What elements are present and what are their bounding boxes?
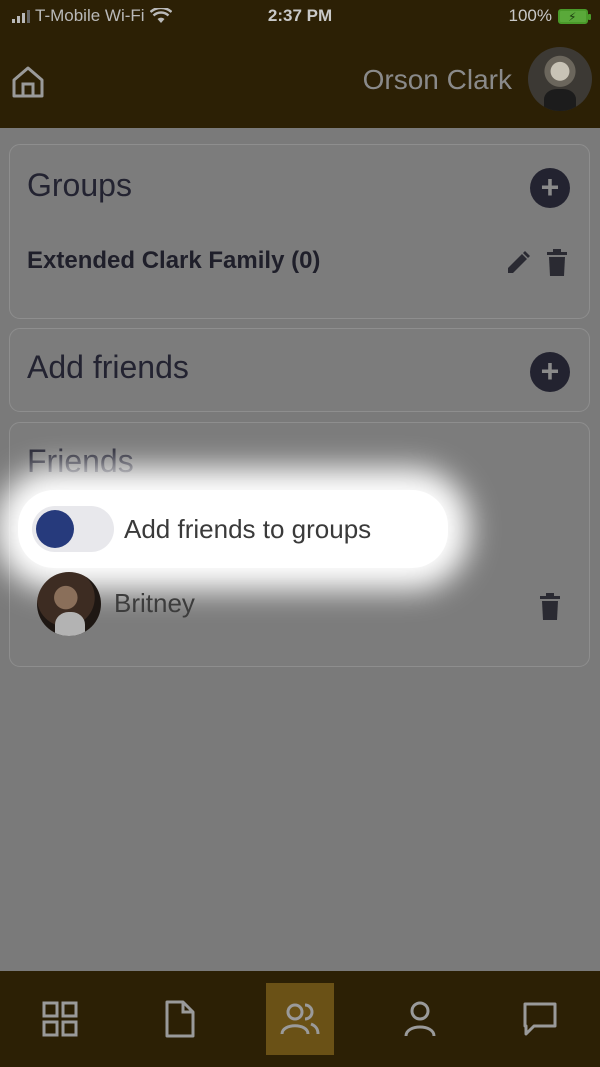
user-avatar[interactable]: [528, 47, 592, 111]
toggle-label: Add friends to groups: [124, 514, 372, 544]
add-group-button[interactable]: +: [530, 168, 570, 208]
friend-name[interactable]: Britney: [114, 588, 195, 619]
battery-percent: 100%: [508, 6, 552, 25]
app-header: Orson Clark: [0, 34, 600, 128]
tab-bar: [0, 971, 600, 1067]
groups-title: Groups: [27, 167, 132, 203]
status-right: 100% ⚡: [508, 6, 591, 26]
groups-card: Groups + Extended Clark Family (0): [9, 144, 590, 319]
toggle-knob: [36, 510, 74, 548]
tab-friends[interactable]: [266, 983, 334, 1055]
document-icon: [165, 1000, 195, 1038]
friends-icon: [280, 1003, 320, 1035]
friend-avatar[interactable]: [37, 572, 101, 636]
tab-profile[interactable]: [386, 983, 454, 1055]
add-to-groups-toggle[interactable]: [32, 506, 114, 552]
group-item-label[interactable]: Extended Clark Family (0): [27, 247, 320, 275]
add-friend-button[interactable]: +: [530, 352, 570, 392]
add-friends-card: Add friends +: [9, 328, 590, 412]
delete-group-icon[interactable]: [545, 249, 569, 277]
home-icon[interactable]: [8, 62, 48, 102]
delete-friend-icon[interactable]: [538, 593, 562, 621]
tab-messages[interactable]: [506, 983, 574, 1055]
tab-dashboard[interactable]: [26, 983, 94, 1055]
profile-icon: [404, 1001, 436, 1037]
chat-icon: [523, 1002, 557, 1036]
grid-icon: [42, 1001, 78, 1037]
friends-title: Friends: [27, 443, 134, 479]
edit-icon[interactable]: [504, 249, 532, 277]
battery-icon: ⚡: [558, 8, 591, 24]
status-bar: T-Mobile Wi-Fi 2:37 PM 100% ⚡: [0, 0, 600, 34]
add-friends-title: Add friends: [27, 349, 189, 385]
user-name[interactable]: Orson Clark: [363, 64, 512, 96]
tab-documents[interactable]: [146, 983, 214, 1055]
